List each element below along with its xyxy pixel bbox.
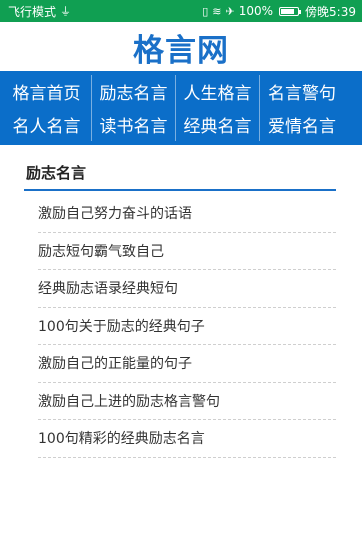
nav-item-aphorisms[interactable]: 名言警句 — [260, 75, 344, 108]
usb-icon: ⏚ — [60, 5, 72, 18]
airplane-icon: ✈ — [225, 4, 235, 18]
status-right: ▯ ≋ ✈ 100% 傍晚5:39 — [202, 3, 356, 20]
list-item[interactable]: 激励自己上进的励志格言警句 — [38, 383, 336, 420]
list-item[interactable]: 经典励志语录经典短句 — [38, 270, 336, 308]
inspirational-section: 励志名言 激励自己努力奋斗的话语 励志短句霸气致自己 经典励志语录经典短句 10… — [24, 156, 336, 458]
battery-percent: 100% — [238, 4, 274, 18]
list-item[interactable]: 激励自己努力奋斗的话语 — [38, 195, 336, 233]
site-logo[interactable]: 格言网 — [133, 25, 229, 70]
airplane-mode-label: 飞行模式 — [8, 4, 57, 19]
site-header: 格言网 — [0, 22, 362, 72]
section-title: 励志名言 — [24, 156, 336, 191]
nav-item-reading-quotes[interactable]: 读书名言 — [92, 108, 176, 141]
nav-item-inspirational[interactable]: 励志名言 — [92, 75, 176, 108]
category-nav: 格言首页 励志名言 人生格言 名言警句 名人名言 读书名言 经典名言 爱情名言 — [0, 71, 362, 145]
nav-item-classic-quotes[interactable]: 经典名言 — [176, 108, 260, 141]
nav-item-famous-quotes[interactable]: 名人名言 — [2, 108, 92, 141]
list-item[interactable]: 激励自己的正能量的句子 — [38, 345, 336, 383]
article-list: 激励自己努力奋斗的话语 励志短句霸气致自己 经典励志语录经典短句 100句关于励… — [24, 195, 336, 458]
nav-item-life-mottos[interactable]: 人生格言 — [176, 75, 260, 108]
nav-item-homepage[interactable]: 格言首页 — [2, 75, 92, 108]
clock-time: 傍晚5:39 — [305, 4, 356, 19]
list-item[interactable]: 100句精彩的经典励志名言 — [38, 420, 336, 458]
list-item[interactable]: 100句关于励志的经典句子 — [38, 308, 336, 345]
vibrate-icon: ▯ — [202, 4, 209, 18]
status-bar: 飞行模式 ⏚ ▯ ≋ ✈ 100% 傍晚5:39 — [0, 0, 362, 22]
nav-item-love-quotes[interactable]: 爱情名言 — [260, 108, 344, 141]
battery-icon — [279, 6, 302, 16]
list-item[interactable]: 励志短句霸气致自己 — [38, 233, 336, 270]
wifi-icon: ≋ — [212, 4, 222, 18]
status-left: 飞行模式 ⏚ — [8, 3, 71, 20]
